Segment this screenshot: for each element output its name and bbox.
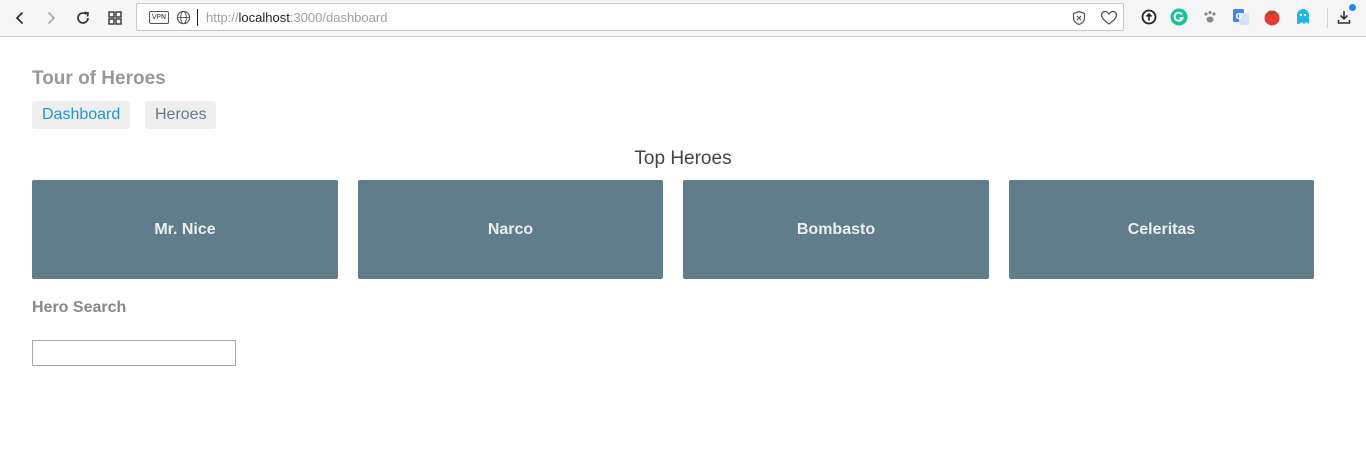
chevron-left-icon: [15, 11, 24, 25]
nav-link-heroes[interactable]: Heroes: [145, 101, 216, 129]
download-notification-dot: [1349, 4, 1356, 11]
hero-card[interactable]: Celeritas: [1009, 180, 1314, 279]
vpn-badge[interactable]: VPN: [149, 11, 169, 24]
grid-icon: [108, 11, 122, 25]
top-heroes-heading: Top Heroes: [634, 148, 732, 169]
forward-button[interactable]: [39, 6, 63, 30]
nav-link-dashboard[interactable]: Dashboard: [32, 101, 130, 129]
paw-extension[interactable]: [1201, 8, 1219, 26]
toolbar-separator: [1327, 8, 1328, 28]
app-title: Tour of Heroes: [32, 68, 166, 89]
url-text[interactable]: http://localhost:3000/dashboard: [206, 10, 387, 25]
reload-icon: [77, 11, 89, 24]
grammarly-extension[interactable]: [1170, 8, 1188, 26]
url-path: :3000/dashboard: [289, 10, 388, 25]
ghost-icon: [1297, 9, 1309, 24]
grammarly-icon: [1170, 8, 1188, 26]
upload-circle-icon: [1141, 9, 1157, 25]
text-cursor: [197, 9, 198, 26]
tomato-extension[interactable]: [1263, 8, 1281, 26]
svg-text:G: G: [1236, 12, 1243, 21]
globe-icon[interactable]: [176, 10, 191, 25]
url-scheme: http://: [206, 10, 239, 25]
chevron-right-icon: [47, 11, 56, 25]
ghost-extension[interactable]: [1294, 8, 1312, 26]
extension-button[interactable]: [1140, 8, 1158, 26]
browser-toolbar: VPN http://localhost:3000/dashboard G: [0, 0, 1366, 37]
heart-icon[interactable]: [1100, 10, 1118, 26]
hero-search-heading: Hero Search: [32, 299, 127, 316]
reload-button[interactable]: [71, 6, 95, 30]
download-icon: [1337, 11, 1351, 24]
speed-dial-button[interactable]: [103, 6, 127, 30]
adblock-shield-icon[interactable]: [1071, 10, 1087, 26]
paw-icon: [1204, 10, 1216, 23]
address-bar[interactable]: VPN http://localhost:3000/dashboard: [136, 3, 1124, 31]
hero-card[interactable]: Mr. Nice: [32, 180, 338, 279]
url-host: localhost: [238, 10, 290, 25]
hero-card[interactable]: Bombasto: [683, 180, 989, 279]
tomato-icon: [1264, 10, 1280, 26]
translate-icon: G: [1233, 9, 1249, 25]
back-button[interactable]: [8, 6, 32, 30]
hero-search-input[interactable]: [32, 340, 236, 366]
hero-card[interactable]: Narco: [358, 180, 663, 279]
translate-extension[interactable]: G: [1232, 8, 1250, 26]
